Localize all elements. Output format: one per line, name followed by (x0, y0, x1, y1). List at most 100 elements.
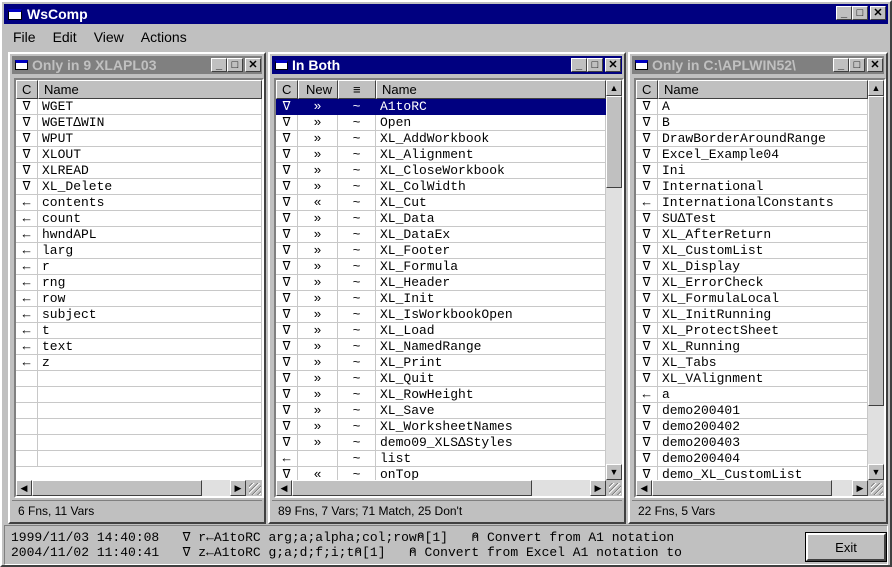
close-button[interactable]: ✕ (870, 6, 886, 20)
list-item[interactable]: ← InternationalConstants (636, 195, 868, 211)
list-item[interactable]: ∇ DrawBorderAroundRange (636, 131, 868, 147)
col-header-match[interactable]: ≡ (338, 80, 376, 99)
right-hscrollbar[interactable]: ◀ ▶ (636, 480, 868, 496)
list-item[interactable]: ∇ XL_ErrorCheck (636, 275, 868, 291)
list-item[interactable]: ∇ XL_Tabs (636, 355, 868, 371)
title-bar[interactable]: WsComp _ □ ✕ (4, 4, 888, 24)
exit-button[interactable]: Exit (805, 532, 887, 562)
menu-actions[interactable]: Actions (132, 29, 195, 45)
scroll-down-button[interactable]: ▼ (868, 464, 884, 480)
list-item[interactable]: ∇» ~ XL_Header (276, 275, 606, 291)
scroll-left-button[interactable]: ◀ (276, 480, 292, 496)
list-item[interactable]: ∇» ~ XL_Footer (276, 243, 606, 259)
list-item[interactable]: ∇ Ini (636, 163, 868, 179)
list-item[interactable]: ∇ XL_Display (636, 259, 868, 275)
list-item[interactable]: ← text (16, 339, 262, 355)
list-item[interactable]: ∇ XL_Running (636, 339, 868, 355)
col-header-name[interactable]: Name (38, 80, 262, 99)
menu-view[interactable]: View (85, 29, 132, 45)
list-item[interactable]: ∇» ~ Open (276, 115, 606, 131)
list-item[interactable]: ← a (636, 387, 868, 403)
vscroll-thumb[interactable] (868, 96, 884, 406)
scroll-up-button[interactable]: ▲ (868, 80, 884, 96)
list-item[interactable]: ← subject (16, 307, 262, 323)
scroll-left-button[interactable]: ◀ (16, 480, 32, 496)
right-close-button[interactable]: ✕ (867, 58, 883, 72)
list-item[interactable]: ∇» ~ XL_AddWorkbook (276, 131, 606, 147)
list-item[interactable]: ∇» ~ XL_Save (276, 403, 606, 419)
left-maximize-button[interactable]: □ (227, 58, 243, 72)
list-item[interactable]: ← row (16, 291, 262, 307)
list-item[interactable]: ∇ XLREAD (16, 163, 262, 179)
middle-panel-titlebar[interactable]: In Both _ □ ✕ (272, 56, 622, 74)
minimize-button[interactable]: _ (836, 6, 852, 20)
list-item[interactable]: ∇ demo200404 (636, 451, 868, 467)
list-item[interactable]: ← t (16, 323, 262, 339)
list-item[interactable]: ← z (16, 355, 262, 371)
left-panel-titlebar[interactable]: Only in 9 XLAPL03 _ □ ✕ (12, 56, 262, 74)
col-header-c[interactable]: C (636, 80, 658, 99)
scroll-right-button[interactable]: ▶ (852, 480, 868, 496)
list-item[interactable]: ∇» ~ XL_NamedRange (276, 339, 606, 355)
list-item[interactable]: ∇» ~ XL_DataEx (276, 227, 606, 243)
list-item[interactable]: ∇ B (636, 115, 868, 131)
list-item[interactable]: ← larg (16, 243, 262, 259)
list-item[interactable]: ∇» ~ XL_WorksheetNames (276, 419, 606, 435)
hscroll-thumb[interactable] (292, 480, 532, 496)
list-item[interactable]: ∇ XL_Delete (16, 179, 262, 195)
list-item[interactable]: ∇ XL_CustomList (636, 243, 868, 259)
right-panel-titlebar[interactable]: Only in C:\APLWIN52\ _ □ ✕ (632, 56, 884, 74)
list-item[interactable]: ∇ XL_ProtectSheet (636, 323, 868, 339)
list-item[interactable]: ∇ A (636, 99, 868, 115)
list-item[interactable]: ∇ SU∆Test (636, 211, 868, 227)
list-item[interactable]: ∇ «~ XL_Cut (276, 195, 606, 211)
size-grip[interactable] (606, 480, 622, 496)
list-item[interactable]: ∇ demo200401 (636, 403, 868, 419)
list-item[interactable]: ∇ WGET∆WIN (16, 115, 262, 131)
menu-edit[interactable]: Edit (44, 29, 85, 45)
scroll-down-button[interactable]: ▼ (606, 464, 622, 480)
list-item[interactable]: ∇ XL_VAlignment (636, 371, 868, 387)
middle-minimize-button[interactable]: _ (571, 58, 587, 72)
list-item[interactable]: ∇» ~ XL_Alignment (276, 147, 606, 163)
list-item[interactable]: ← rng (16, 275, 262, 291)
list-item[interactable]: ∇ XL_InitRunning (636, 307, 868, 323)
col-header-c[interactable]: C (16, 80, 38, 99)
list-item[interactable]: ← contents (16, 195, 262, 211)
hscroll-thumb[interactable] (652, 480, 832, 496)
list-item[interactable]: ∇» ~ XL_Data (276, 211, 606, 227)
right-maximize-button[interactable]: □ (849, 58, 865, 72)
left-close-button[interactable]: ✕ (245, 58, 261, 72)
right-minimize-button[interactable]: _ (833, 58, 849, 72)
list-item[interactable]: ← ~ list (276, 451, 606, 467)
left-minimize-button[interactable]: _ (211, 58, 227, 72)
list-item[interactable]: ∇ demo200403 (636, 435, 868, 451)
size-grip[interactable] (868, 480, 884, 496)
list-item[interactable]: ∇ International (636, 179, 868, 195)
list-item[interactable]: ∇ Excel_Example04 (636, 147, 868, 163)
col-header-name[interactable]: Name (658, 80, 868, 99)
middle-hscrollbar[interactable]: ◀ ▶ (276, 480, 606, 496)
list-item[interactable]: ∇» ~ XL_Load (276, 323, 606, 339)
list-item[interactable]: ∇» ~ XL_Formula (276, 259, 606, 275)
menu-file[interactable]: File (4, 29, 44, 45)
list-item[interactable]: ∇» ~ A1toRC (276, 99, 606, 115)
left-hscrollbar[interactable]: ◀ ▶ (16, 480, 246, 496)
col-header-c[interactable]: C (276, 80, 298, 99)
list-item[interactable]: ← hwndAPL (16, 227, 262, 243)
list-item[interactable]: ∇ demo200402 (636, 419, 868, 435)
scroll-right-button[interactable]: ▶ (590, 480, 606, 496)
scroll-up-button[interactable]: ▲ (606, 80, 622, 96)
col-header-name[interactable]: Name (376, 80, 606, 99)
list-item[interactable]: ∇» ~ demo09_XLS∆Styles (276, 435, 606, 451)
list-item[interactable]: ∇ WGET (16, 99, 262, 115)
list-item[interactable]: ∇» ~ XL_Print (276, 355, 606, 371)
list-item[interactable]: ∇» ~ XL_IsWorkbookOpen (276, 307, 606, 323)
list-item[interactable]: ∇ WPUT (16, 131, 262, 147)
middle-grid[interactable]: C New ≡ Name ∇» ~ A1toRC ∇» ~ Open ∇» ~ XL_AddWo… (274, 78, 624, 498)
right-grid[interactable]: C Name ∇ A ∇ B ∇ DrawBorderAroundRange ∇ Excel_… (634, 78, 886, 498)
list-item[interactable]: ∇» ~ XL_ColWidth (276, 179, 606, 195)
list-item[interactable]: ∇ XL_AfterReturn (636, 227, 868, 243)
list-item[interactable]: ∇ XL_FormulaLocal (636, 291, 868, 307)
list-item[interactable]: ← count (16, 211, 262, 227)
